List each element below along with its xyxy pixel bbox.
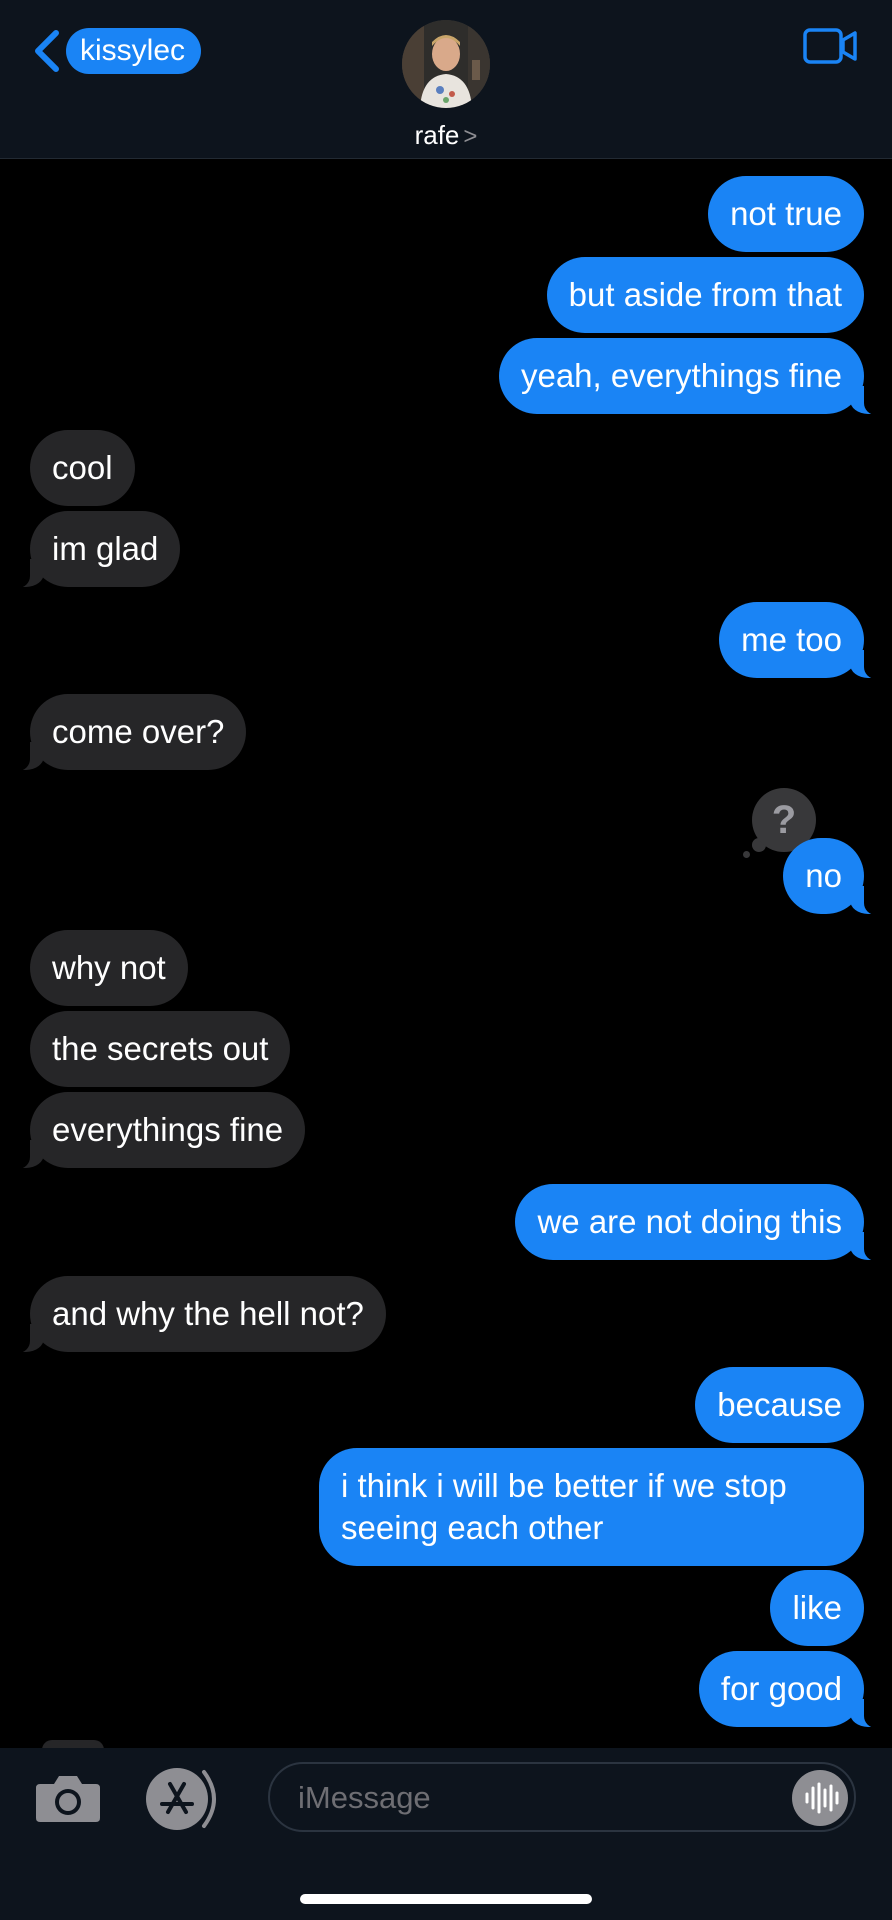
- message-outgoing[interactable]: me too: [719, 602, 884, 679]
- message-input[interactable]: [296, 1764, 780, 1832]
- back-label: kissylec: [66, 28, 202, 74]
- message-outgoing[interactable]: like: [770, 1570, 864, 1646]
- contact-name: rafe: [414, 120, 460, 150]
- message-incoming[interactable]: why not: [30, 930, 188, 1006]
- message-incoming[interactable]: come over?: [9, 694, 247, 771]
- message-outgoing[interactable]: i think i will be better if we stop seei…: [319, 1448, 864, 1566]
- message-input-field[interactable]: [268, 1762, 856, 1832]
- avatar[interactable]: [402, 20, 490, 108]
- message-incoming[interactable]: everythings fine: [9, 1092, 306, 1169]
- message-outgoing[interactable]: yeah, everythings fine: [498, 338, 885, 415]
- waveform-icon: [805, 1782, 839, 1814]
- back-button[interactable]: kissylec: [30, 27, 202, 75]
- more-apps-arc-icon: [202, 1770, 216, 1828]
- camera-icon[interactable]: [34, 1772, 102, 1824]
- chevron-right-icon: >: [463, 123, 478, 150]
- message-incoming[interactable]: cool: [30, 430, 135, 506]
- contact-name-button[interactable]: rafe >: [0, 120, 892, 151]
- message-outgoing[interactable]: not true: [708, 176, 864, 252]
- conversation-header: kissylec rafe >: [0, 0, 892, 159]
- message-outgoing[interactable]: for good: [698, 1651, 885, 1728]
- message-incoming[interactable]: the secrets out: [30, 1011, 291, 1087]
- message-outgoing[interactable]: because: [695, 1367, 864, 1443]
- message-incoming[interactable]: and why the hell not?: [10, 1276, 386, 1353]
- home-indicator[interactable]: [300, 1894, 592, 1904]
- composer-bar: [0, 1748, 892, 1920]
- audio-message-button[interactable]: [792, 1770, 848, 1826]
- message-list[interactable]: not true but aside from that yeah, every…: [0, 0, 892, 1750]
- video-call-icon[interactable]: [803, 26, 857, 66]
- message-outgoing[interactable]: no: [783, 838, 884, 915]
- contact-photo-icon: [402, 20, 490, 108]
- tapback-dot: [743, 851, 750, 858]
- message-incoming[interactable]: im glad: [9, 511, 181, 588]
- chevron-left-icon: [35, 30, 59, 72]
- message-outgoing[interactable]: but aside from that: [546, 257, 864, 333]
- message-outgoing[interactable]: we are not doing this: [515, 1184, 884, 1261]
